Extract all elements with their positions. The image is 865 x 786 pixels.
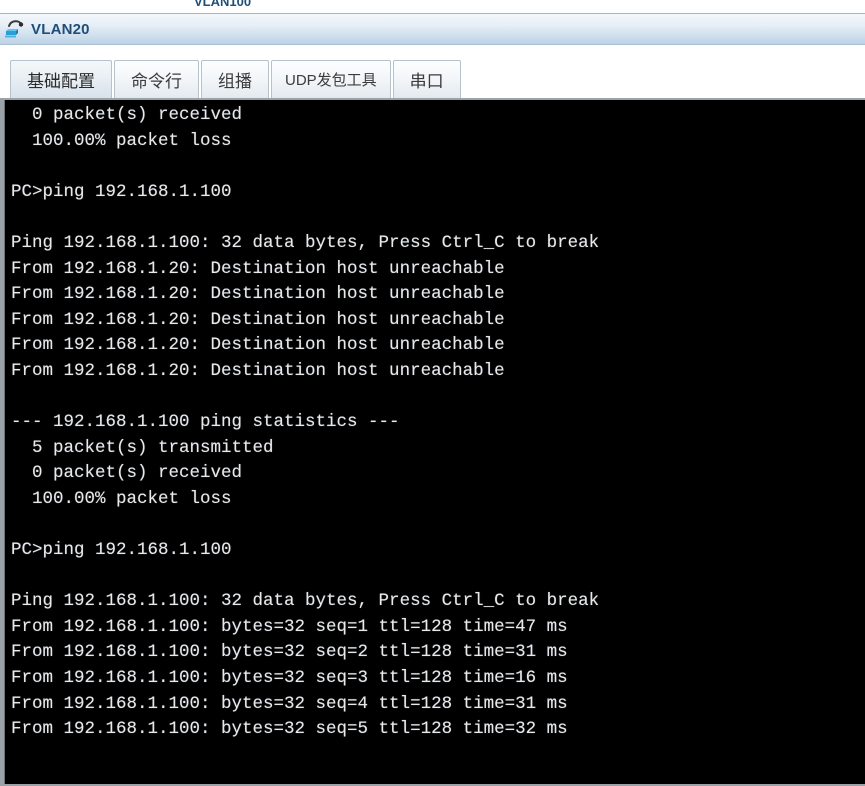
terminal-line: From 192.168.1.100: bytes=32 seq=4 ttl=1… (11, 693, 568, 714)
terminal-line: Ping 192.168.1.100: 32 data bytes, Press… (11, 591, 600, 612)
terminal-panel: 0 packet(s) received 100.00% packet loss… (0, 98, 865, 786)
terminal-line: Ping 192.168.1.100: 32 data bytes, Press… (11, 232, 600, 253)
terminal-line: 0 packet(s) received (11, 105, 243, 125)
terminal-line: From 192.168.1.100: bytes=32 seq=5 ttl=1… (11, 719, 568, 740)
background-window-strip[interactable]: VLAN100 (188, 0, 488, 14)
terminal-line: From 192.168.1.20: Destination host unre… (11, 360, 505, 381)
terminal-line: From 192.168.1.20: Destination host unre… (11, 335, 505, 356)
background-window-title: VLAN100 (194, 0, 252, 9)
tab-command-line[interactable]: 命令行 (114, 60, 199, 98)
terminal-line: From 192.168.1.100: bytes=32 seq=1 ttl=1… (11, 616, 568, 637)
tab-strip: 基础配置 命令行 组播 UDP发包工具 串口 (0, 46, 865, 98)
terminal-line: PC>ping 192.168.1.100 (11, 181, 232, 202)
tabs-container: 基础配置 命令行 组播 UDP发包工具 串口 (10, 60, 463, 98)
pc-network-icon (5, 20, 24, 38)
terminal-line: From 192.168.1.20: Destination host unre… (11, 258, 505, 279)
tab-udp-packet-tool[interactable]: UDP发包工具 (271, 60, 391, 98)
cli-terminal-output[interactable]: 0 packet(s) received 100.00% packet loss… (4, 100, 865, 784)
vlan20-pc-window: VLAN100 VLAN20 基础配置 命令行 组播 UDP发包工具 串口 0 pack… (0, 0, 865, 786)
terminal-line: 5 packet(s) transmitted (11, 437, 274, 458)
terminal-line: 100.00% packet loss (11, 488, 232, 509)
window-title: VLAN20 (31, 20, 90, 38)
terminal-line: 100.00% packet loss (11, 130, 232, 151)
terminal-line: --- 192.168.1.100 ping statistics --- (11, 412, 400, 433)
terminal-line: From 192.168.1.20: Destination host unre… (11, 309, 505, 330)
terminal-line: PC>ping 192.168.1.100 (11, 540, 232, 561)
terminal-line: From 192.168.1.100: bytes=32 seq=2 ttl=1… (11, 642, 568, 663)
tab-serial-port[interactable]: 串口 (392, 60, 461, 98)
window-titlebar[interactable]: VLAN20 (0, 13, 865, 45)
tab-basic-config[interactable]: 基础配置 (10, 60, 112, 98)
terminal-line: From 192.168.1.100: bytes=32 seq=3 ttl=1… (11, 668, 568, 689)
tab-multicast[interactable]: 组播 (201, 60, 269, 98)
terminal-line: 0 packet(s) received (11, 463, 243, 484)
terminal-line: From 192.168.1.20: Destination host unre… (11, 284, 505, 305)
